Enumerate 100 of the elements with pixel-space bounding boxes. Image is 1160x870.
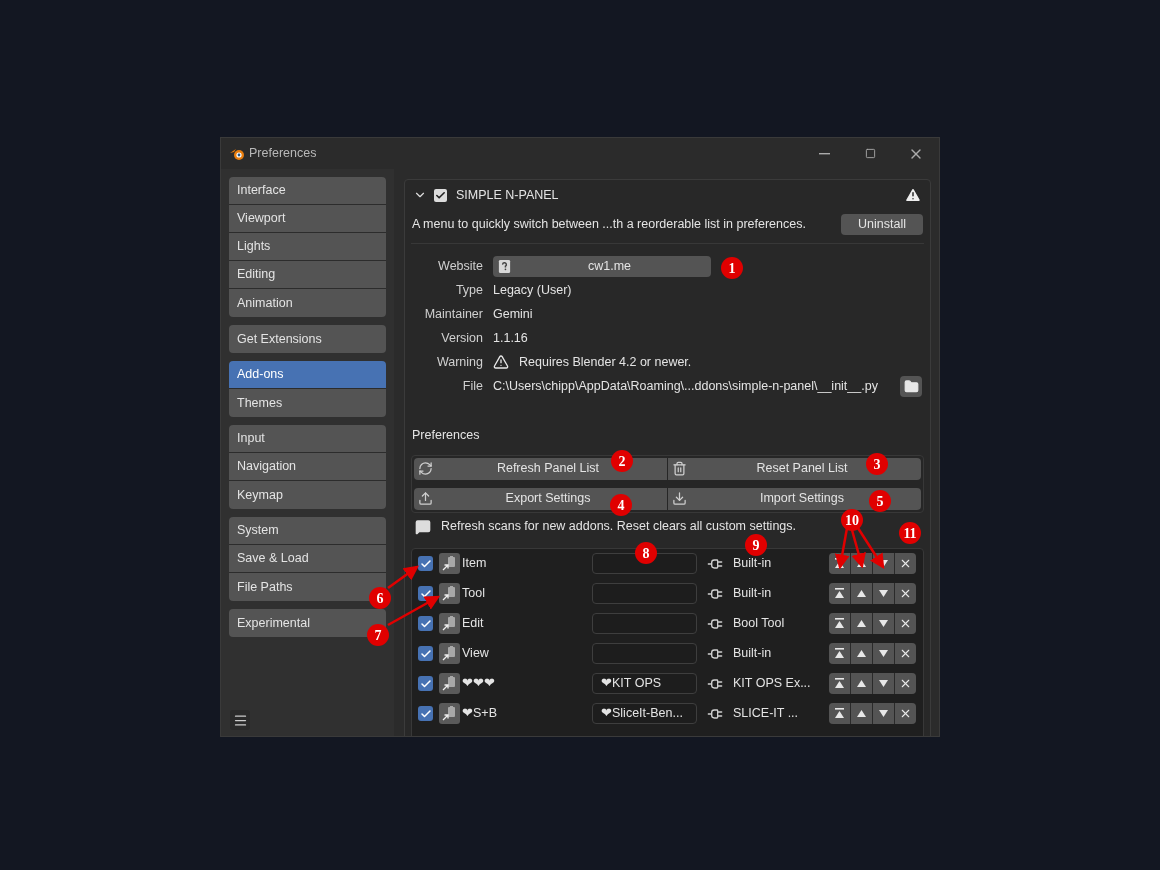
detail-value: Gemini bbox=[493, 305, 533, 323]
sidebar-item[interactable]: Themes bbox=[229, 389, 386, 417]
move-up-button[interactable] bbox=[851, 643, 872, 665]
move-down-button[interactable] bbox=[873, 643, 894, 665]
remove-button[interactable] bbox=[895, 673, 916, 695]
category-field[interactable] bbox=[592, 613, 697, 635]
down-triangle-icon bbox=[878, 708, 889, 720]
detail-label: Version bbox=[440, 329, 483, 347]
move-down-button[interactable] bbox=[873, 583, 894, 605]
detail-label: Warning bbox=[435, 353, 483, 371]
sidebar-item[interactable]: Viewport bbox=[229, 205, 386, 233]
move-to-top-button[interactable] bbox=[829, 703, 850, 725]
window-title: Preferences bbox=[249, 145, 317, 163]
sidebar-item[interactable]: Save & Load bbox=[229, 545, 386, 573]
panel-icon-button[interactable] bbox=[439, 553, 460, 575]
clipboard-arrow-icon bbox=[441, 705, 458, 723]
panel-icon-button[interactable] bbox=[439, 703, 460, 725]
up-triangle-icon bbox=[856, 618, 867, 630]
detail-value: C:\Users\chipp\AppData\Roaming\...ddons\simple-n-panel\__init__.py bbox=[493, 377, 879, 395]
move-to-top-icon bbox=[834, 678, 845, 690]
category-field[interactable] bbox=[592, 583, 697, 605]
move-to-top-icon bbox=[834, 708, 845, 720]
panel-name: View bbox=[462, 645, 490, 663]
detail-value: Legacy (User) bbox=[493, 281, 572, 299]
move-to-top-icon bbox=[834, 588, 845, 600]
detail-value: 1.1.16 bbox=[493, 329, 528, 347]
panel-name: Item bbox=[462, 555, 488, 573]
move-up-button[interactable] bbox=[851, 583, 872, 605]
panel-icon-button[interactable] bbox=[439, 673, 460, 695]
enable-checkbox[interactable] bbox=[418, 616, 433, 632]
panel-name: Tool bbox=[462, 585, 486, 603]
clipboard-arrow-icon bbox=[441, 555, 458, 573]
category-field[interactable]: ❤SliceIt-Ben... bbox=[592, 703, 697, 725]
menu-icon bbox=[232, 712, 248, 728]
check-icon bbox=[419, 647, 432, 660]
remove-button[interactable] bbox=[895, 583, 916, 605]
remove-button[interactable] bbox=[895, 613, 916, 635]
check-icon bbox=[419, 707, 432, 720]
sidebar-item[interactable]: Navigation bbox=[229, 453, 386, 481]
upload-icon bbox=[418, 491, 433, 507]
remove-button[interactable] bbox=[895, 703, 916, 725]
check-icon bbox=[419, 677, 432, 690]
move-to-top-icon bbox=[834, 618, 845, 630]
uninstall-button[interactable]: Uninstall bbox=[841, 213, 923, 235]
panel-icon-button[interactable] bbox=[439, 583, 460, 605]
detail-label: Type bbox=[454, 281, 483, 299]
move-down-button[interactable] bbox=[873, 703, 894, 725]
menu-button[interactable] bbox=[230, 710, 250, 730]
maximize-icon bbox=[864, 148, 876, 159]
up-triangle-icon bbox=[856, 648, 867, 660]
enable-checkbox[interactable] bbox=[418, 646, 433, 662]
move-down-button[interactable] bbox=[873, 613, 894, 635]
up-triangle-icon bbox=[856, 678, 867, 690]
section-heading: Preferences bbox=[411, 427, 481, 444]
move-to-top-icon bbox=[834, 648, 845, 660]
down-triangle-icon bbox=[878, 678, 889, 690]
addon-description: A menu to quickly switch between ...th a reorderable list in preferences. bbox=[412, 215, 806, 233]
category-field[interactable] bbox=[592, 643, 697, 665]
addon-enable-checkbox[interactable] bbox=[434, 188, 447, 202]
annotation-arrow bbox=[387, 565, 419, 589]
sidebar-item[interactable]: Lights bbox=[229, 233, 386, 261]
move-to-top-button[interactable] bbox=[829, 673, 850, 695]
folder-button[interactable] bbox=[900, 375, 922, 397]
sidebar-item[interactable]: Add-ons bbox=[229, 361, 386, 389]
panel-name: Edit bbox=[462, 615, 485, 633]
panel-source: Bool Tool bbox=[733, 615, 786, 633]
sidebar-item[interactable]: Input bbox=[229, 425, 386, 453]
sidebar-item[interactable]: Animation bbox=[229, 289, 386, 317]
move-up-button[interactable] bbox=[851, 673, 872, 695]
panel-source: Built-in bbox=[733, 555, 773, 573]
down-triangle-icon bbox=[878, 588, 889, 600]
check-icon bbox=[419, 617, 432, 630]
detail-label: Website bbox=[437, 257, 483, 275]
check-icon bbox=[435, 189, 446, 201]
sidebar-item[interactable]: Get Extensions bbox=[229, 325, 386, 353]
panel-source: SLICE-IT ... bbox=[733, 705, 800, 723]
category-field[interactable]: ❤KIT OPS bbox=[592, 673, 697, 695]
sidebar-item[interactable]: Keymap bbox=[229, 481, 386, 509]
up-triangle-icon bbox=[856, 588, 867, 600]
website-button[interactable]: cw1.me bbox=[493, 255, 711, 277]
move-to-top-button[interactable] bbox=[829, 613, 850, 635]
clipboard-arrow-icon bbox=[441, 675, 458, 693]
enable-checkbox[interactable] bbox=[418, 556, 433, 572]
remove-button[interactable] bbox=[895, 643, 916, 665]
clipboard-arrow-icon bbox=[441, 585, 458, 603]
enable-checkbox[interactable] bbox=[418, 706, 433, 722]
panel-icon-button[interactable] bbox=[439, 613, 460, 635]
panel-name: ❤❤❤ bbox=[462, 675, 496, 693]
sidebar-item[interactable]: System bbox=[229, 517, 386, 545]
move-up-button[interactable] bbox=[851, 703, 872, 725]
minimize-icon bbox=[818, 152, 830, 155]
sidebar-item[interactable]: Interface bbox=[229, 177, 386, 205]
move-to-top-button[interactable] bbox=[829, 583, 850, 605]
move-up-button[interactable] bbox=[851, 613, 872, 635]
enable-checkbox[interactable] bbox=[418, 676, 433, 692]
panel-icon-button[interactable] bbox=[439, 643, 460, 665]
move-to-top-button[interactable] bbox=[829, 643, 850, 665]
remove-button[interactable] bbox=[895, 553, 916, 575]
move-down-button[interactable] bbox=[873, 673, 894, 695]
sidebar-item[interactable]: Editing bbox=[229, 261, 386, 289]
